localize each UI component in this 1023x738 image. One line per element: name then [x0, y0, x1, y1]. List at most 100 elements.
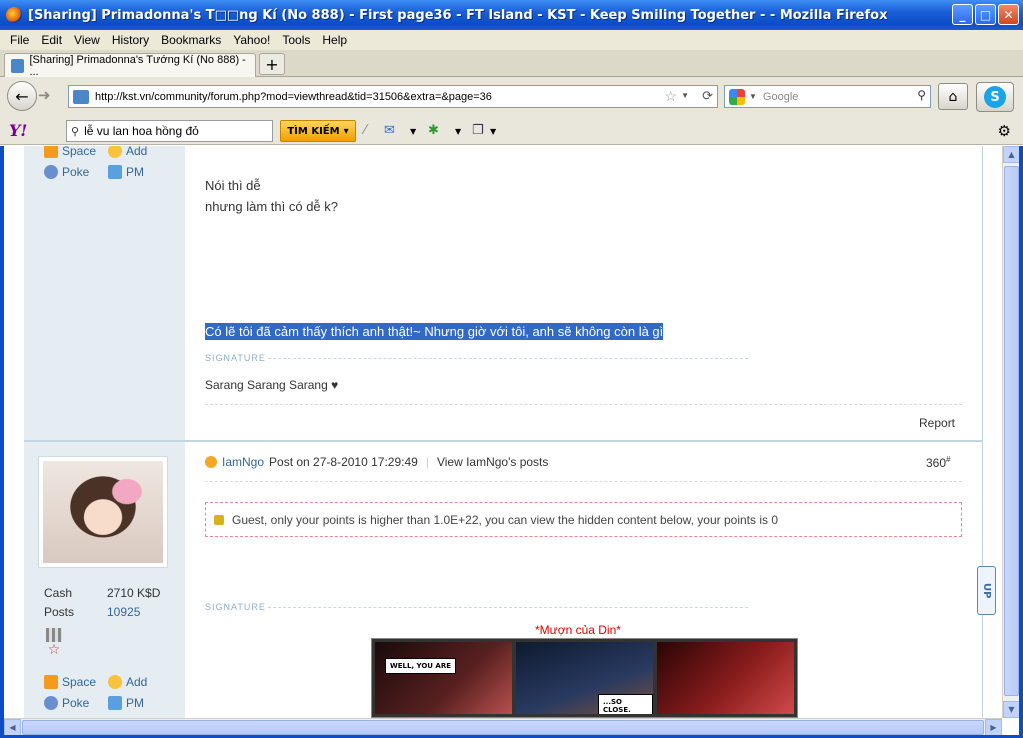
user-poke-link[interactable]: Poke — [44, 165, 89, 179]
scroll-down-arrow-icon[interactable]: ▼ — [1003, 701, 1020, 718]
posts-value-wrap: 10925 — [107, 605, 140, 619]
signature-divider — [268, 358, 748, 359]
horizontal-scrollbar[interactable]: ◀ ▶ — [4, 718, 1002, 736]
forward-button[interactable]: ➜ — [38, 86, 51, 104]
yahoo-logo[interactable]: Y! — [9, 121, 27, 140]
skype-icon: S — [984, 86, 1006, 108]
post-separator — [24, 440, 982, 442]
menu-edit[interactable]: Edit — [41, 33, 62, 47]
menu-history[interactable]: History — [112, 33, 149, 47]
flickr-icon[interactable]: ✱ — [428, 123, 439, 138]
url-dropdown-icon[interactable]: ▼ — [681, 91, 689, 100]
view-posts-link[interactable]: View IamNgo's posts — [437, 455, 548, 469]
user-space-link[interactable]: Space — [44, 146, 96, 158]
reload-icon[interactable]: ⟳ — [702, 88, 713, 104]
meta-divider: | — [425, 455, 429, 469]
menu-bookmarks[interactable]: Bookmarks — [161, 33, 221, 47]
vertical-scrollbar[interactable]: ▲ ▼ — [1002, 146, 1020, 718]
yahoo-search-button[interactable]: TÌM KIẾM ▾ — [280, 120, 356, 142]
medal-icon: ☆ — [46, 628, 62, 662]
mail-dropdown-icon[interactable]: ▼ — [410, 127, 416, 136]
cash-value-wrap: 2710 K$D — [107, 586, 160, 600]
report-link[interactable]: Report — [919, 416, 955, 430]
menu-file[interactable]: File — [10, 33, 29, 47]
signature-label: SIGNATURE — [205, 353, 266, 363]
yahoo-search-input[interactable]: ⚲ lễ vu lan hoa hồng đỏ — [66, 120, 273, 142]
yahoo-search-value: lễ vu lan hoa hồng đỏ — [84, 124, 199, 138]
site-favicon-icon — [11, 58, 25, 73]
search-box[interactable]: ▼ Google ⚲ — [724, 85, 931, 108]
menu-help[interactable]: Help — [322, 33, 347, 47]
google-icon[interactable] — [729, 88, 745, 105]
skype-button[interactable]: S — [976, 82, 1014, 112]
post-number[interactable]: 360# — [926, 455, 950, 470]
menu-tools[interactable]: Tools — [282, 33, 310, 47]
space-label: Space — [62, 146, 97, 158]
minimize-button[interactable]: _ — [952, 4, 973, 25]
post-author-link[interactable]: IamNgo — [222, 455, 264, 469]
signature-title: *Mượn của Din* — [535, 623, 621, 637]
tab-active[interactable]: [Sharing] Primadonna's Tướng Kí (No 888)… — [4, 53, 256, 78]
maximize-button[interactable]: □ — [975, 4, 996, 25]
navigation-toolbar: ← ➜ http://kst.vn/community/forum.php?mo… — [0, 77, 1023, 117]
banner-panel-3 — [657, 642, 794, 714]
posts-label: Posts — [44, 605, 75, 619]
firefox-icon — [6, 7, 22, 23]
pages-icon[interactable]: ❐ — [472, 123, 484, 138]
post-line-1: Nói thì dễ — [205, 178, 261, 193]
menu-view[interactable]: View — [74, 33, 100, 47]
tab-bar: [Sharing] Primadonna's Tướng Kí (No 888)… — [0, 50, 1023, 78]
horizontal-scroll-thumb[interactable] — [22, 720, 984, 735]
flickr-dropdown-icon[interactable]: ▼ — [455, 127, 461, 136]
window-frame-right — [1019, 146, 1023, 738]
search-engine-dropdown-icon[interactable]: ▼ — [749, 92, 757, 101]
bookmark-star-icon[interactable]: ☆ — [664, 88, 677, 105]
gear-icon[interactable]: ⚙ — [998, 122, 1011, 140]
pm-icon — [108, 165, 122, 179]
post-date: Post on 27-8-2010 17:29:49 — [269, 455, 418, 469]
signature-divider-2 — [268, 607, 748, 608]
url-text: http://kst.vn/community/forum.php?mod=vi… — [95, 90, 492, 103]
pm-label-2: PM — [126, 696, 144, 710]
new-tab-button[interactable]: + — [259, 53, 285, 75]
scroll-to-top-button[interactable]: UP — [977, 566, 996, 615]
poke-label: Poke — [62, 165, 90, 179]
url-bar[interactable]: http://kst.vn/community/forum.php?mod=vi… — [68, 85, 718, 108]
home-icon: ⌂ — [948, 88, 958, 105]
signature-banner-image: WELL, YOU ARE ...SO CLOSE. — [371, 638, 798, 718]
close-button[interactable]: ✕ — [998, 4, 1019, 25]
online-status-icon — [205, 456, 217, 468]
signature-label-2: SIGNATURE — [205, 602, 266, 612]
user-pm-link-2[interactable]: PM — [108, 696, 144, 710]
add-label-2: Add — [126, 675, 148, 689]
scroll-left-arrow-icon[interactable]: ◀ — [4, 719, 21, 736]
home-button[interactable]: ⌂ — [938, 83, 968, 110]
speech-bubble-2: ...SO CLOSE. — [598, 694, 653, 714]
posts-value[interactable]: 10925 — [107, 605, 140, 619]
scroll-right-arrow-icon[interactable]: ▶ — [985, 719, 1002, 736]
user-pm-link[interactable]: PM — [108, 165, 144, 179]
back-arrow-icon: ← — [15, 86, 29, 106]
user-space-link-2[interactable]: Space — [44, 675, 96, 689]
user-add-link-2[interactable]: Add — [108, 675, 147, 689]
post-number-value: 360 — [926, 456, 947, 470]
post-footer-divider — [205, 404, 962, 405]
mail-icon[interactable]: ✉ — [384, 123, 395, 138]
back-button[interactable]: ← — [7, 81, 37, 111]
scroll-up-arrow-icon[interactable]: ▲ — [1003, 146, 1020, 163]
signature-text: Sarang Sarang Sarang ♥ — [205, 378, 339, 392]
post-line-2: nhưng làm thì có dễ k? — [205, 199, 339, 214]
yahoo-search-button-label: TÌM KIẾM — [287, 125, 340, 137]
user-add-link[interactable]: Add — [108, 146, 147, 158]
window-frame-left — [0, 146, 4, 738]
add-friend-icon — [108, 146, 122, 158]
vertical-scroll-thumb[interactable] — [1004, 166, 1019, 696]
search-placeholder: Google — [762, 90, 799, 103]
user-poke-link-2[interactable]: Poke — [44, 696, 89, 710]
content-border — [982, 146, 983, 718]
pages-dropdown-icon[interactable]: ▼ — [490, 127, 496, 136]
pm-icon — [108, 696, 122, 710]
search-icon[interactable]: ⚲ — [917, 88, 926, 102]
menu-yahoo[interactable]: Yahoo! — [233, 33, 270, 47]
avatar[interactable] — [38, 456, 168, 568]
